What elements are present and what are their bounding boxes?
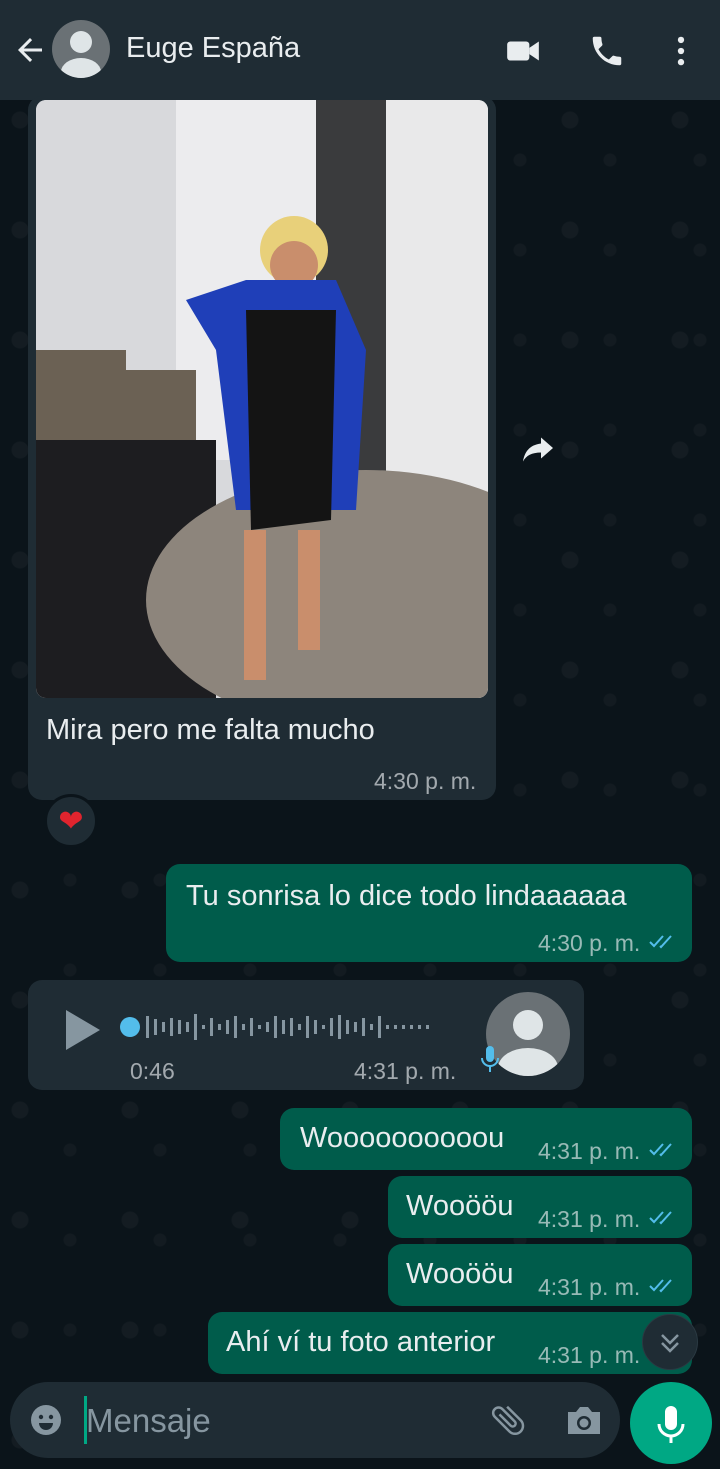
read-ticks-icon	[649, 1279, 672, 1293]
message-time: 4:31 p. m.	[538, 1274, 641, 1300]
message-time: 4:30 p. m.	[374, 768, 477, 794]
mic-icon	[481, 1046, 499, 1072]
shared-photo[interactable]	[36, 100, 488, 698]
contact-name[interactable]: Euge España	[126, 32, 300, 65]
double-chevron-down-icon	[661, 1334, 679, 1353]
message-time: 4:31 p. m.	[538, 1138, 641, 1164]
message-text: Tu sonrisa lo dice todo lindaaaaaa	[186, 880, 627, 912]
voice-waveform[interactable]	[118, 1010, 458, 1044]
camera-icon[interactable]	[564, 1402, 604, 1440]
outgoing-message[interactable]: Wooööu 4:31 p. m.	[388, 1176, 692, 1238]
voice-message[interactable]: 0:46 4:31 p. m.	[28, 980, 584, 1090]
voice-record-button[interactable]	[630, 1382, 712, 1464]
microphone-icon	[657, 1406, 685, 1443]
outgoing-message[interactable]: Woooooooooou 4:31 p. m.	[280, 1108, 692, 1170]
avatar[interactable]	[52, 20, 110, 78]
outgoing-message[interactable]: Wooööu 4:31 p. m.	[388, 1244, 692, 1306]
image-message[interactable]: Mira pero me falta mucho 4:30 p. m.	[28, 96, 496, 800]
message-text: Ahí ví tu foto anterior	[226, 1326, 496, 1358]
message-input[interactable]: Mensaje	[86, 1402, 211, 1440]
attach-icon[interactable]	[488, 1400, 528, 1440]
video-call-icon[interactable]	[504, 32, 542, 70]
message-time: 4:31 p. m.	[538, 1206, 641, 1232]
outgoing-message[interactable]: Tu sonrisa lo dice todo lindaaaaaa 4:30 …	[166, 864, 692, 962]
message-text: Wooööu	[406, 1258, 514, 1290]
message-text: Wooööu	[406, 1190, 514, 1222]
scroll-to-bottom-button[interactable]	[642, 1314, 698, 1370]
message-time: 4:31 p. m.	[538, 1342, 641, 1368]
voice-call-icon[interactable]	[588, 32, 626, 70]
message-time: 4:31 p. m.	[354, 1058, 457, 1084]
image-caption: Mira pero me falta mucho	[46, 714, 375, 746]
voice-duration: 0:46	[130, 1058, 175, 1084]
back-arrow-icon[interactable]	[12, 32, 48, 68]
chat-header: Euge España	[0, 0, 720, 100]
emoji-icon[interactable]	[28, 1402, 64, 1438]
message-text: Woooooooooou	[300, 1122, 505, 1154]
read-ticks-icon	[649, 1211, 672, 1225]
play-icon[interactable]	[62, 1008, 102, 1052]
outgoing-message[interactable]: Ahí ví tu foto anterior 4:31 p. m.	[208, 1312, 692, 1374]
forward-icon[interactable]	[518, 430, 558, 466]
read-ticks-icon	[649, 1143, 672, 1157]
message-time: 4:30 p. m.	[538, 930, 641, 956]
more-options-icon[interactable]	[662, 32, 700, 70]
heart-reaction[interactable]: ❤	[44, 794, 98, 848]
read-ticks-icon	[649, 935, 672, 949]
